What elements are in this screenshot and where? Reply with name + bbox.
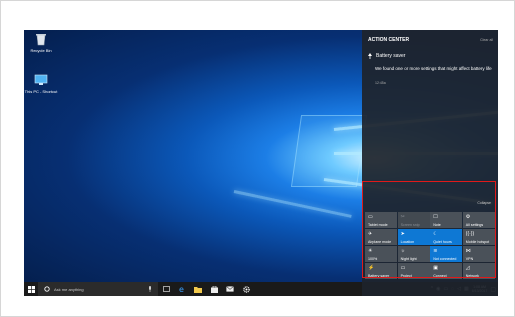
quick-action-label: Network [465,274,479,278]
cortana-circle-icon [44,286,50,292]
edge-icon: e [179,285,184,293]
settings-icon [242,285,250,293]
battery-saver-icon: ⚡ [368,265,375,271]
store-icon [210,285,218,293]
quick-action-tile[interactable]: ⋈ VPN [462,246,495,262]
notification-time: 12:45a [375,81,386,85]
file-explorer-icon [194,286,202,293]
project-icon: ▭ [400,265,406,271]
quick-action-tile[interactable]: ➤ Location [397,229,430,245]
computer-icon [34,73,48,87]
clear-all-link[interactable]: Clear all [480,38,493,42]
mail-button[interactable] [222,282,238,296]
quick-action-label: Project [400,274,412,278]
wifi-icon: ≋ [433,248,438,254]
quick-action-label: VPN [465,257,474,261]
quick-action-tile[interactable]: ⚡ Battery saver [365,263,397,279]
desktop-icon-label: Recycle Bin [30,48,52,53]
quick-action-tile[interactable]: ☾ Quiet hours [430,229,463,245]
note-icon: ☐ [433,214,438,220]
desktop-icon-this-pc[interactable]: This PC - Shortcut [24,73,58,94]
quick-action-label: Tablet mode [368,223,388,227]
screen-snip-icon: ✂ [400,214,405,220]
quick-action-tile[interactable]: ▣ Connect [430,263,463,279]
quick-action-label: Screen snip [400,223,420,227]
airplane-icon: ✈ [368,231,373,237]
night-light-icon: ☼ [400,248,406,254]
notification-message[interactable]: We found one or more settings that might… [375,66,493,72]
desktop-icon-recycle-bin[interactable]: Recycle Bin [24,32,58,53]
quick-action-label: Airplane mode [368,240,392,244]
quick-action-tile[interactable]: ≋ Not connected [430,246,463,262]
quick-action-tile[interactable]: ✈ Airplane mode [365,229,397,245]
quick-action-label: Note [433,223,441,227]
quick-action-tile[interactable]: ☀ 100% [365,246,397,262]
hotspot-icon: ((·)) [465,231,475,237]
collapse-link[interactable]: Collapse [477,201,491,205]
quick-action-tile[interactable]: ☐ Note [430,212,463,228]
wallpaper-beam [233,190,352,218]
search-placeholder: Ask me anything [54,286,84,292]
action-center-title: ACTION CENTER [368,37,410,43]
network-icon: ◿ [465,265,470,271]
action-center-panel: ACTION CENTER Clear all Battery saver We… [362,30,498,296]
quiet-hours-icon: ☾ [433,231,438,237]
quick-action-tile[interactable]: ☼ Night light [397,246,430,262]
file-explorer-button[interactable] [190,282,206,296]
edge-button[interactable]: e [174,282,190,296]
search-box[interactable]: Ask me anything [38,282,158,296]
tablet-mode-icon: ▭ [368,214,373,220]
start-button[interactable] [24,282,38,296]
quick-action-label: Not connected [433,257,457,261]
quick-action-tile[interactable]: ⚙ All settings [462,212,495,228]
battery-saver-icon [368,53,372,59]
quick-action-label: All settings [465,223,484,227]
task-view-icon [162,286,170,292]
quick-action-label: Location [400,240,415,244]
location-icon: ➤ [400,231,405,237]
brightness-icon: ☀ [368,248,373,254]
connect-icon: ▣ [433,265,438,271]
quick-action-label: Quiet hours [433,240,452,244]
quick-action-tile[interactable]: ▭ Project [397,263,430,279]
mail-icon [226,286,234,292]
recycle-bin-icon [34,32,48,46]
task-view-button[interactable] [158,282,174,296]
quick-action-label: 100% [368,257,378,261]
quick-action-label: Connect [433,274,447,278]
quick-actions-grid: ▭ Tablet mode ✂ Screen snip ☐ Note ⚙ All settin… [365,212,495,279]
quick-action-tile[interactable]: ((·)) Mobile hotspot [462,229,495,245]
store-button[interactable] [206,282,222,296]
quick-action-tile[interactable]: ◿ Network [462,263,495,279]
quick-action-tile[interactable]: ▭ Tablet mode [365,212,397,228]
desktop-icon-label: This PC - Shortcut [24,89,58,94]
settings-button[interactable] [238,282,254,296]
vpn-icon: ⋈ [465,248,471,254]
quick-action-label: Battery saver [368,274,390,278]
notification-app-name: Battery saver [376,53,406,59]
microphone-icon[interactable] [148,286,152,292]
quick-action-label: Mobile hotspot [465,240,490,244]
windows-logo-icon [27,285,35,293]
svg-text:e: e [179,285,184,293]
settings-icon: ⚙ [465,214,471,220]
notification-header[interactable]: Battery saver [368,53,405,59]
quick-action-label: Night light [400,257,417,261]
quick-action-tile[interactable]: ✂ Screen snip [397,212,430,228]
